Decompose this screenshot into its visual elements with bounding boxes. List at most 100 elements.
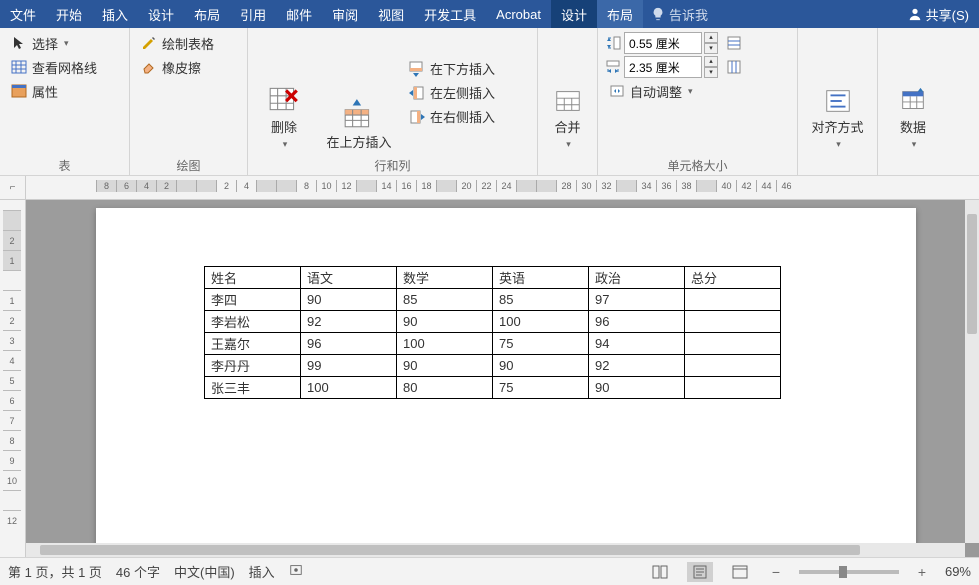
menu-tab-引用[interactable]: 引用 [230,0,276,28]
distribute-cols-button[interactable] [724,56,744,78]
zoom-slider[interactable] [799,570,899,574]
table-cell[interactable]: 姓名 [205,267,301,289]
menu-tab-设计[interactable]: 设计 [138,0,184,28]
status-mode[interactable]: 插入 [249,562,275,581]
col-width-spinner[interactable]: ▴▾ [704,56,718,78]
insert-below-button[interactable]: 在下方插入 [404,58,499,80]
table-cell[interactable]: 政治 [589,267,685,289]
table-cell[interactable]: 李丹丹 [205,355,301,377]
vertical-scrollbar[interactable] [965,200,979,543]
table-cell[interactable]: 100 [397,333,493,355]
vertical-ruler[interactable]: 211234567891012 [0,200,26,557]
table-cell[interactable]: 92 [589,355,685,377]
table-row: 张三丰100807590 [205,377,781,399]
menu-tab-插入[interactable]: 插入 [92,0,138,28]
table-cell[interactable] [685,377,781,399]
view-print-layout[interactable] [687,562,713,582]
zoom-slider-knob[interactable] [839,566,847,578]
macro-icon[interactable] [289,563,303,580]
share-button[interactable]: 共享(S) [898,0,979,28]
table-cell[interactable]: 90 [397,355,493,377]
view-read-mode[interactable] [647,562,673,582]
row-height-spinner[interactable]: ▴▾ [704,32,718,54]
insert-left-button[interactable]: 在左侧插入 [404,82,499,104]
table-cell[interactable]: 90 [397,311,493,333]
zoom-in-button[interactable]: + [913,564,931,580]
table-cell[interactable]: 李四 [205,289,301,311]
table-cell[interactable]: 85 [493,289,589,311]
insert-above-icon [342,97,376,131]
horizontal-scrollbar[interactable] [26,543,965,557]
menu-tab-审阅[interactable]: 审阅 [322,0,368,28]
table-cell[interactable]: 90 [493,355,589,377]
properties-button[interactable]: 属性 [6,80,101,102]
merge-button[interactable]: 合并▾ [544,32,591,153]
zoom-out-button[interactable]: − [767,564,785,580]
menu-tab-开发工具[interactable]: 开发工具 [414,0,486,28]
row-height-input[interactable] [624,32,702,54]
view-gridlines-button[interactable]: 查看网格线 [6,56,101,78]
status-words[interactable]: 46 个字 [116,562,160,581]
table-cell[interactable]: 85 [397,289,493,311]
horizontal-ruler[interactable]: 8642248101214161820222428303234363840424… [26,176,979,200]
status-page[interactable]: 第 1 页，共 1 页 [8,562,102,581]
table-cell[interactable] [685,333,781,355]
table-cell[interactable]: 96 [301,333,397,355]
table-cell[interactable]: 99 [301,355,397,377]
draw-table-button[interactable]: 绘制表格 [136,32,218,54]
context-tab-设计[interactable]: 设计 [551,0,597,28]
table-cell[interactable]: 数学 [397,267,493,289]
menu-tab-Acrobat[interactable]: Acrobat [486,0,551,28]
bulb-icon [651,7,665,21]
table-cell[interactable]: 总分 [685,267,781,289]
menu-tab-文件[interactable]: 文件 [0,0,46,28]
table-row: 李岩松929010096 [205,311,781,333]
eraser-button[interactable]: 橡皮擦 [136,56,218,78]
table-cell[interactable]: 100 [493,311,589,333]
distribute-rows-button[interactable] [724,32,744,54]
table-cell[interactable]: 英语 [493,267,589,289]
table-cell[interactable]: 90 [589,377,685,399]
view-web-layout[interactable] [727,562,753,582]
ruler-corner[interactable]: ⌐ [0,176,26,200]
menu-tab-邮件[interactable]: 邮件 [276,0,322,28]
table-cell[interactable]: 李岩松 [205,311,301,333]
table-cell[interactable]: 90 [301,289,397,311]
table-cell[interactable]: 75 [493,377,589,399]
table-cell[interactable]: 92 [301,311,397,333]
menu-tab-视图[interactable]: 视图 [368,0,414,28]
table-cell[interactable] [685,355,781,377]
tell-me[interactable]: 告诉我 [643,0,716,28]
table-cell[interactable]: 96 [589,311,685,333]
col-width-icon [604,58,622,76]
insert-right-button[interactable]: 在右侧插入 [404,106,499,128]
status-lang[interactable]: 中文(中国) [174,562,235,581]
col-width-input[interactable] [624,56,702,78]
v-scroll-thumb[interactable] [967,214,977,334]
select-button[interactable]: 选择▾ [6,32,101,54]
table-cell[interactable]: 100 [301,377,397,399]
table-cell[interactable]: 94 [589,333,685,355]
zoom-level[interactable]: 69% [945,564,971,579]
pencil-icon [140,34,158,52]
h-scroll-thumb[interactable] [40,545,860,555]
menu-tab-开始[interactable]: 开始 [46,0,92,28]
document-viewport[interactable]: 姓名语文数学英语政治总分李四90858597李岩松929010096王嘉尔961… [26,200,965,543]
table-cell[interactable]: 80 [397,377,493,399]
insert-above-button[interactable]: 在上方插入 [314,32,404,153]
page[interactable]: 姓名语文数学英语政治总分李四90858597李岩松929010096王嘉尔961… [96,208,916,543]
table-cell[interactable] [685,289,781,311]
table-cell[interactable]: 语文 [301,267,397,289]
table-cell[interactable]: 97 [589,289,685,311]
data-button[interactable]: 数据▾ [884,32,942,153]
table-cell[interactable]: 张三丰 [205,377,301,399]
alignment-button[interactable]: 对齐方式▾ [804,32,871,153]
menu-tab-布局[interactable]: 布局 [184,0,230,28]
document-table[interactable]: 姓名语文数学英语政治总分李四90858597李岩松929010096王嘉尔961… [204,266,781,399]
table-cell[interactable]: 75 [493,333,589,355]
delete-button[interactable]: 删除▾ [254,32,314,153]
table-cell[interactable] [685,311,781,333]
autofit-button[interactable]: 自动调整▾ [604,80,718,102]
table-cell[interactable]: 王嘉尔 [205,333,301,355]
context-tab-布局[interactable]: 布局 [597,0,643,28]
